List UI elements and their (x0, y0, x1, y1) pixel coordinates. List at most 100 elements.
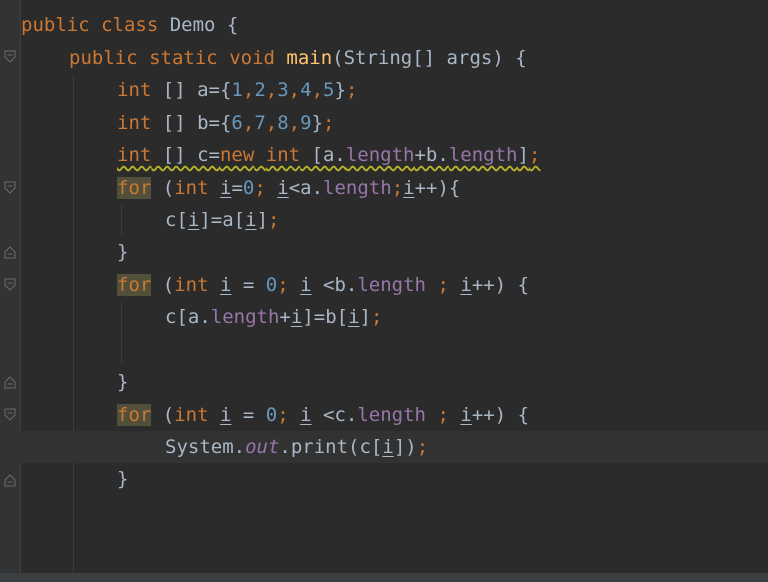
code-keyword: int (117, 79, 152, 101)
code-text: <a. (288, 177, 324, 199)
code-keyword: int (117, 112, 152, 134)
code-text: <c. (311, 404, 358, 426)
code-semicolon: ; (345, 79, 358, 101)
code-comma: , (288, 112, 301, 134)
code-text: ] (359, 306, 371, 328)
code-number: 1 (231, 79, 243, 101)
code-line-6[interactable]: for (int i=0; i<a.length;i++){ (0, 172, 768, 204)
code-text: Demo { (158, 14, 239, 36)
code-method-name: main (286, 47, 333, 69)
code-text: = (231, 274, 266, 296)
code-text: ( (151, 404, 175, 426)
code-variable: i (300, 404, 312, 426)
code-line-12[interactable]: } (0, 366, 768, 398)
code-text: (String[] args) { (332, 47, 527, 69)
code-field: length (357, 404, 426, 426)
code-line-10[interactable]: c[a.length+i]=b[i]; (0, 301, 768, 333)
code-text: ] (517, 144, 529, 166)
warning-highlight: int [] c=new int [a.length+b.length]; (117, 139, 540, 171)
code-keyword: static (149, 47, 218, 69)
code-text: = (231, 177, 243, 199)
code-text: c[ (165, 209, 188, 231)
horizontal-scrollbar[interactable] (0, 573, 768, 582)
code-text: [] b={ (151, 112, 232, 134)
code-keyword: int (117, 144, 152, 166)
code-semicolon: ; (437, 274, 449, 296)
code-comma: , (311, 79, 324, 101)
code-line-14-current[interactable]: System.out.print(c[i]); (0, 431, 768, 463)
code-line-7[interactable]: c[i]=a[i]; (0, 204, 768, 236)
code-field: length (357, 274, 426, 296)
code-editor[interactable]: public class Demo { public static void m… (0, 0, 768, 582)
code-semicolon: ; (437, 404, 449, 426)
code-text: ]=a[ (199, 209, 246, 231)
code-line-5[interactable]: int [] c=new int [a.length+b.length]; (0, 139, 768, 171)
code-variable: i (460, 274, 472, 296)
code-number: 7 (254, 112, 266, 134)
code-text: ]=b[ (302, 306, 349, 328)
code-number: 2 (254, 79, 266, 101)
code-variable: i (382, 436, 394, 458)
code-text: [] c= (151, 144, 220, 166)
code-line-15[interactable]: } (0, 463, 768, 495)
code-variable: i (187, 209, 200, 231)
code-semicolon: ; (528, 144, 541, 166)
code-comma: , (265, 112, 278, 134)
code-text: [a. (300, 144, 346, 166)
code-line-4[interactable]: int [] b={6,7,8,9}; (0, 107, 768, 139)
code-number: 0 (265, 404, 278, 426)
code-line-8[interactable]: } (0, 236, 768, 268)
code-line-9[interactable]: for (int i = 0; i <b.length ; i++) { (0, 269, 768, 301)
code-variable: i (403, 177, 415, 199)
code-semicolon: ; (323, 112, 335, 134)
code-keyword: for (117, 177, 152, 199)
code-variable: i (290, 306, 303, 328)
code-line-13[interactable]: for (int i = 0; i <c.length ; i++) { (0, 399, 768, 431)
code-semicolon: ; (370, 306, 383, 328)
code-variable: i (300, 274, 312, 296)
code-variable: i (277, 177, 289, 199)
code-text: .print(c[ (279, 436, 383, 458)
code-keyword: for (117, 404, 152, 426)
code-text: ++){ (414, 177, 461, 199)
code-number: 8 (277, 112, 289, 134)
code-keyword: for (117, 274, 152, 296)
code-field: length (448, 144, 518, 166)
code-line-3[interactable]: int [] a={1,2,3,4,5}; (0, 74, 768, 106)
code-comma: , (242, 112, 255, 134)
code-number: 0 (242, 177, 255, 199)
code-line-1[interactable]: public class Demo { (0, 9, 768, 41)
code-variable: i (348, 306, 360, 328)
code-line-2[interactable]: public static void main(String[] args) { (0, 42, 768, 74)
code-text: ( (151, 274, 175, 296)
code-semicolon: ; (277, 404, 289, 426)
code-comma: , (265, 79, 278, 101)
code-number: 3 (277, 79, 289, 101)
code-comma: , (242, 79, 255, 101)
code-number: 5 (323, 79, 335, 101)
code-variable: i (460, 404, 472, 426)
code-keyword: public (69, 47, 138, 69)
code-semicolon: ; (391, 177, 404, 199)
code-keyword: class (101, 14, 159, 36)
code-semicolon: ; (268, 209, 280, 231)
code-text: ] (256, 209, 269, 231)
code-static-field: out (245, 436, 280, 458)
code-semicolon: ; (277, 274, 289, 296)
code-variable: i (245, 209, 257, 231)
code-text: ]) (393, 436, 417, 458)
code-keyword: void (229, 47, 275, 69)
code-keyword: int (265, 144, 301, 166)
code-text: [] a={ (151, 79, 232, 101)
code-variable: i (220, 274, 232, 296)
code-keyword: public (21, 14, 90, 36)
code-text: System. (165, 436, 246, 458)
